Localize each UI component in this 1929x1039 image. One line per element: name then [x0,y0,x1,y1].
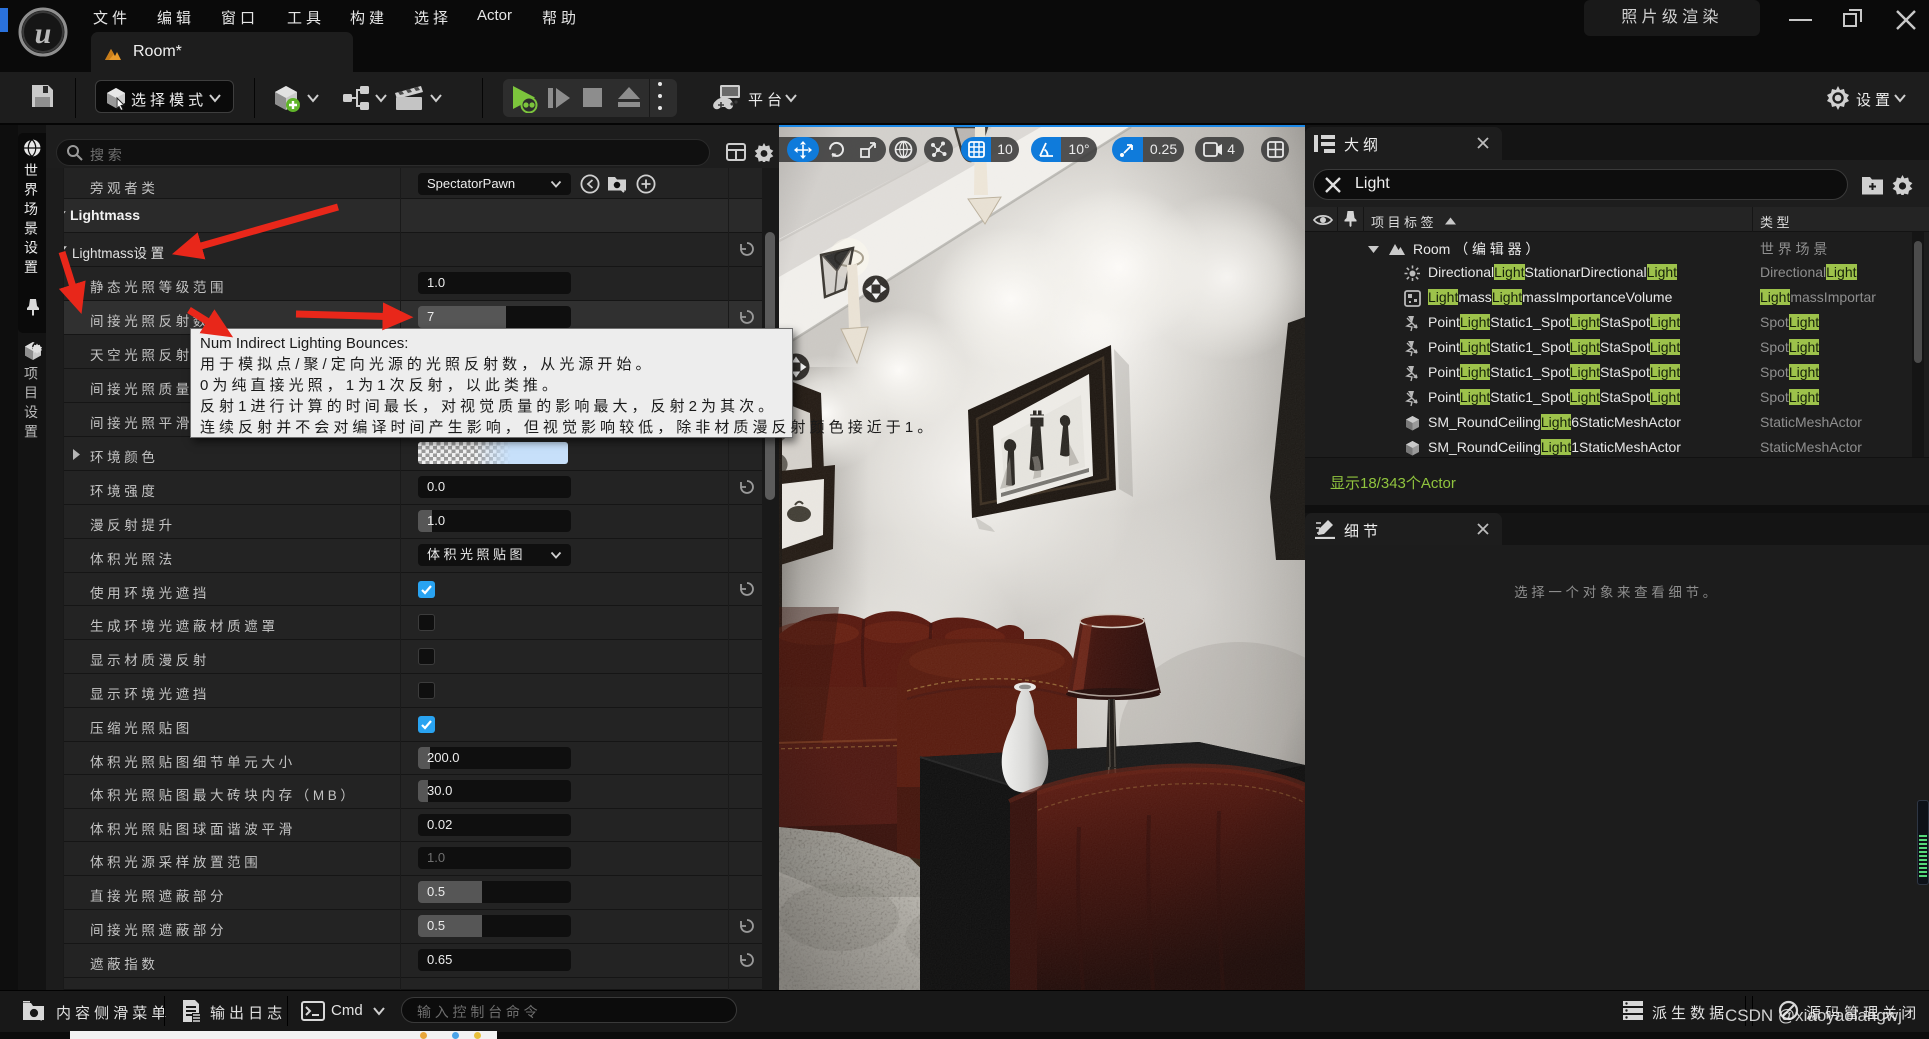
svg-text:u: u [35,17,52,50]
